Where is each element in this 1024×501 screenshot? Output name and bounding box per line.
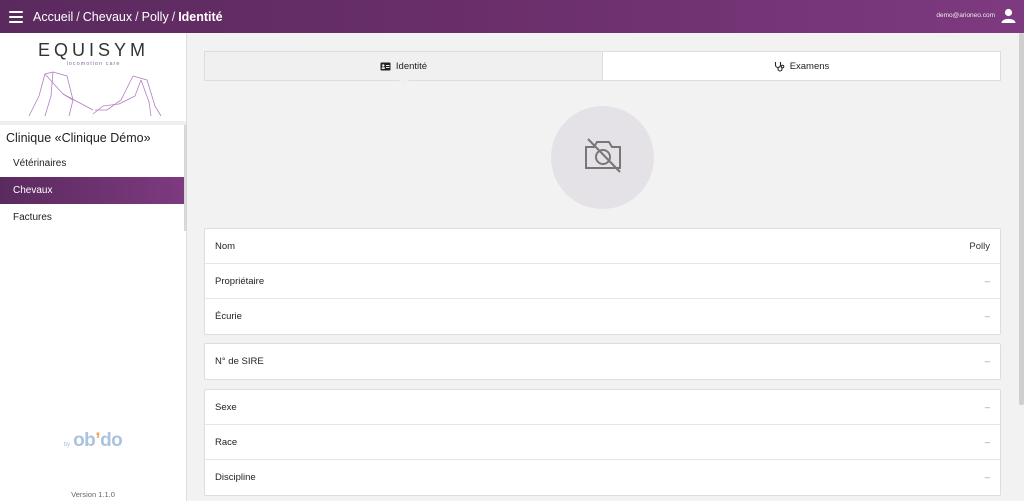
field-value: – <box>984 356 990 367</box>
breadcrumb-separator: / <box>76 9 80 24</box>
sidebar-item-veterinaires[interactable]: Vétérinaires <box>0 150 186 177</box>
field-label: Sexe <box>215 401 237 413</box>
stethoscope-icon <box>774 61 785 72</box>
sidebar-divider <box>0 121 186 125</box>
tab-identite-label: Identité <box>395 60 428 72</box>
breadcrumb-horses[interactable]: Chevaux <box>83 10 132 24</box>
obdo-text-2: do <box>100 430 123 451</box>
field-label: N° de SIRE <box>215 356 264 367</box>
field-value: Polly <box>969 240 990 252</box>
top-bar: Accueil / Chevaux / Polly / Identité dem… <box>0 0 1024 33</box>
field-value: – <box>984 436 990 448</box>
sidebar-nav: Vétérinaires Chevaux Factures <box>0 150 186 231</box>
breadcrumb-current: Identité <box>178 9 223 24</box>
horse-legs-illustration <box>28 71 162 117</box>
sidebar-item-chevaux[interactable]: Chevaux <box>0 177 186 204</box>
field-row-proprietaire: Propriétaire – <box>205 264 1000 299</box>
field-label: Écurie <box>215 311 242 322</box>
camera-off-icon <box>582 136 624 179</box>
logo-text: EQUISYM <box>37 40 149 60</box>
sidebar-item-factures[interactable]: Factures <box>0 204 186 231</box>
tab-examens[interactable]: Examens <box>603 52 1000 80</box>
breadcrumb-separator: / <box>171 9 176 24</box>
menu-icon[interactable] <box>9 10 23 23</box>
equisym-logo: EQUISYM locomotion care <box>1 38 186 122</box>
identity-card-sire: N° de SIRE – <box>204 343 1001 380</box>
sidebar-scrollbar[interactable] <box>184 125 187 231</box>
breadcrumb-home[interactable]: Accueil <box>33 10 73 24</box>
main-scrollbar[interactable] <box>1019 33 1024 405</box>
identity-card-details: Sexe – Race – Discipline – <box>204 389 1001 496</box>
field-row-sire: N° de SIRE – <box>205 344 1000 379</box>
tab-examens-label: Examens <box>789 60 830 72</box>
obdo-by: by <box>63 442 71 448</box>
field-label: Discipline <box>215 472 256 483</box>
field-label: Propriétaire <box>215 275 265 287</box>
field-row-sexe: Sexe – <box>205 390 1000 425</box>
breadcrumb: Accueil / Chevaux / Polly / Identité <box>33 10 223 24</box>
obdo-text-1: ob <box>73 430 96 451</box>
horse-photo[interactable] <box>551 106 654 209</box>
identity-card-general: Nom Polly Propriétaire – Écurie – <box>204 228 1001 335</box>
field-value: – <box>984 275 990 287</box>
clinic-title: Clinique «Clinique Démo» <box>6 131 151 145</box>
field-row-race: Race – <box>205 425 1000 460</box>
field-row-nom: Nom Polly <box>205 229 1000 264</box>
field-label: Nom <box>215 240 236 252</box>
user-icon[interactable] <box>1001 8 1016 23</box>
breadcrumb-separator: / <box>135 9 139 24</box>
obdo-logo: by ob’do <box>0 430 186 452</box>
tab-identite[interactable]: Identité <box>205 52 603 86</box>
field-row-discipline: Discipline – <box>205 460 1000 495</box>
field-row-ecurie: Écurie – <box>205 299 1000 334</box>
breadcrumb-horse[interactable]: Polly <box>142 10 169 24</box>
id-card-icon <box>380 62 391 71</box>
field-value: – <box>984 472 990 483</box>
field-label: Race <box>215 436 238 448</box>
user-email[interactable]: demo@arioneo.com <box>936 12 995 19</box>
app-version: Version 1.1.0 <box>71 490 115 499</box>
field-value: – <box>984 401 990 413</box>
field-value: – <box>984 311 990 322</box>
tab-bar: Identité Examens <box>204 51 1001 86</box>
